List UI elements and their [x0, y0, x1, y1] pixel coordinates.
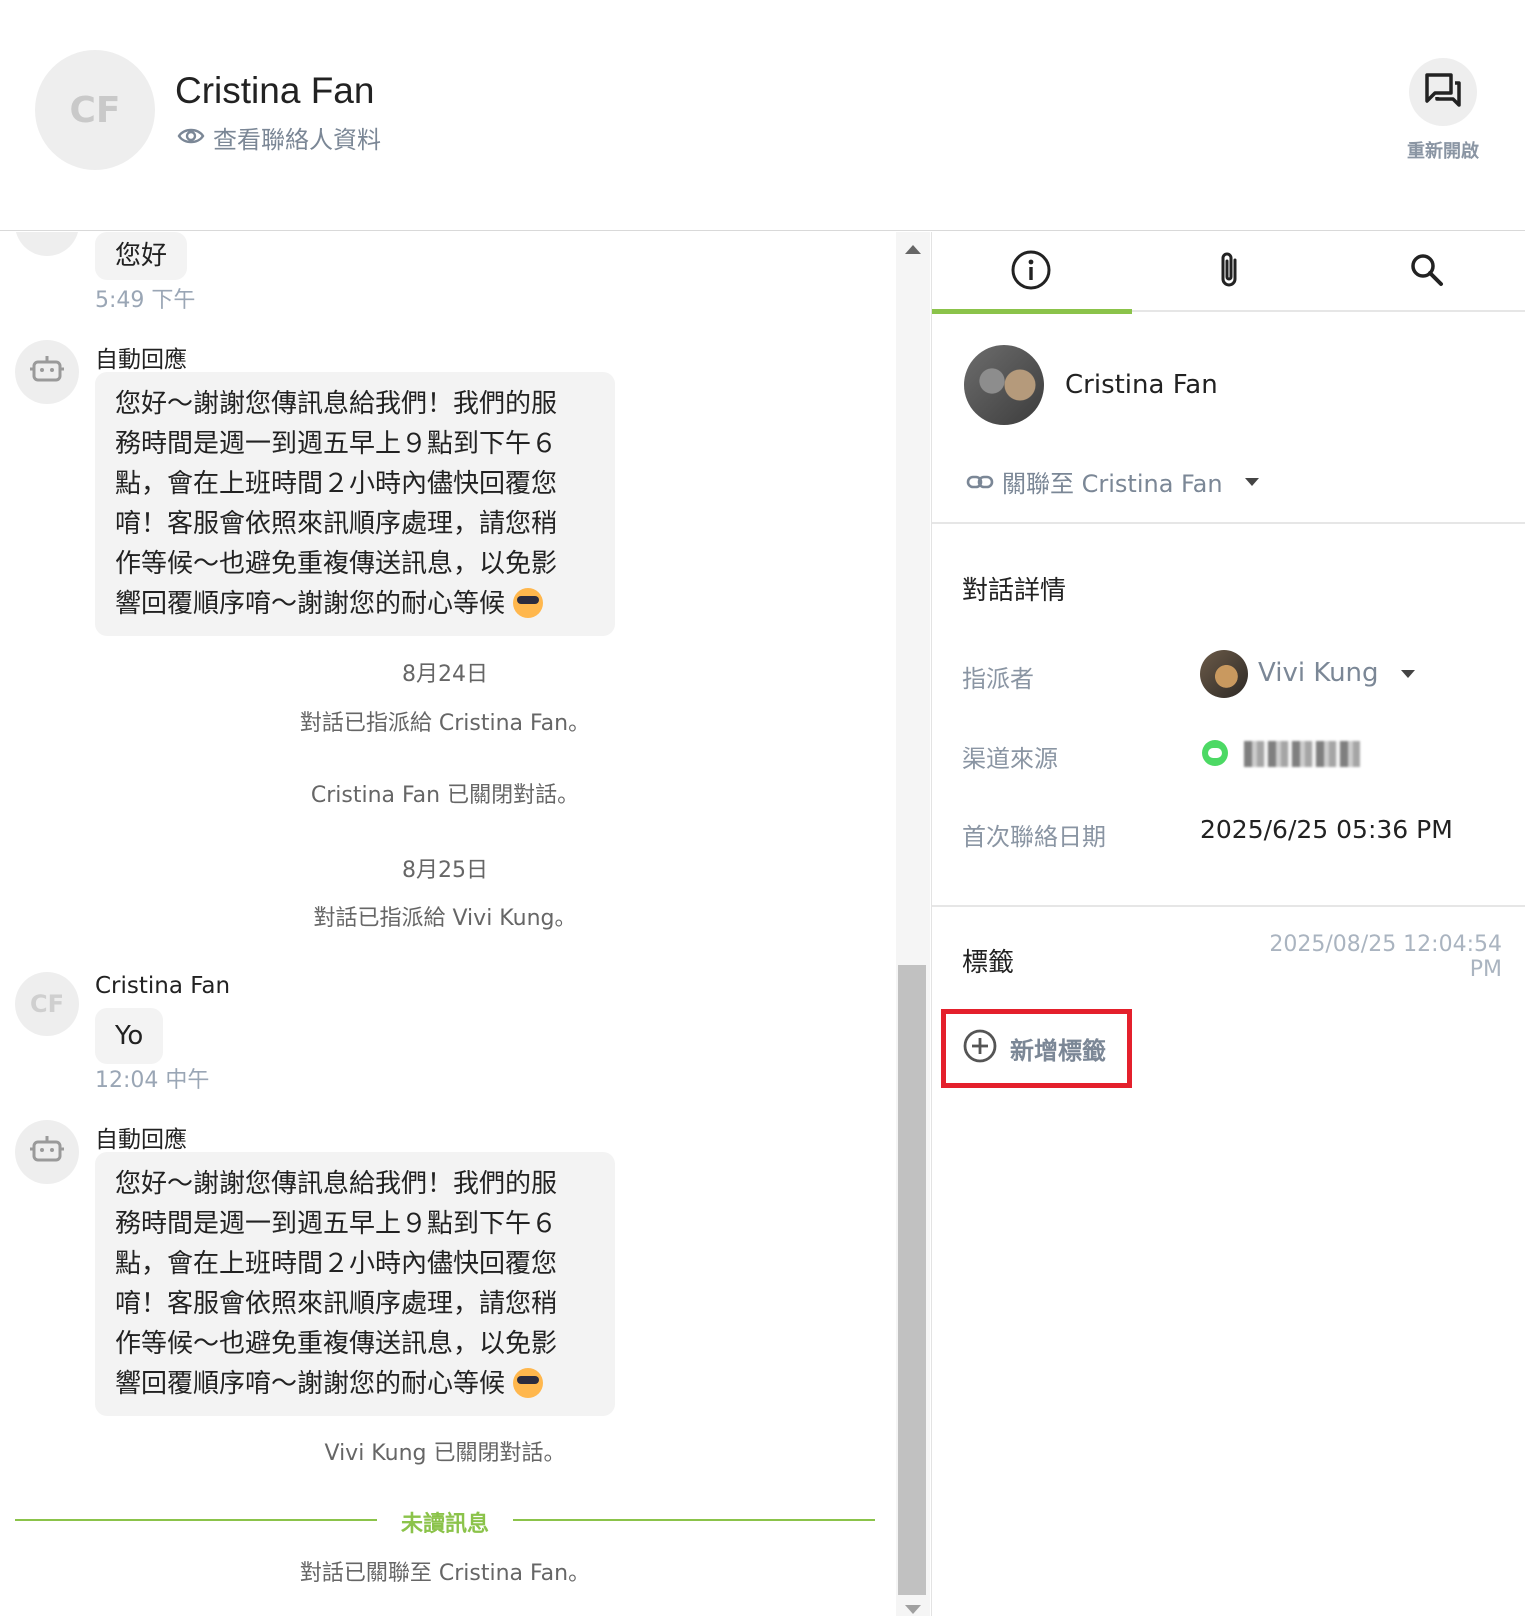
- chat-thread: 您好 5:49 下午 自動回應 您好～謝謝您傳訊息給我們！我們的服 務時間是週一…: [0, 232, 896, 1616]
- sunglasses-emoji-icon: [513, 588, 544, 618]
- search-icon: [1409, 252, 1445, 292]
- first-contact-label: 首次聯絡日期: [962, 823, 1106, 851]
- contact-avatar-partial: [15, 232, 79, 256]
- scroll-down-arrow-icon[interactable]: [905, 1605, 921, 1614]
- avatar-initials: CF: [29, 990, 64, 1018]
- panel-contact-name: Cristina Fan: [1065, 370, 1218, 400]
- relate-contact-dropdown[interactable]: 關聯至 Cristina Fan: [966, 464, 1259, 499]
- message-line: 唷！客服會依照來訊順序處理，請您稍: [115, 1289, 558, 1319]
- line-app-icon: [1202, 740, 1228, 766]
- assignee-label: 指派者: [962, 665, 1034, 693]
- robot-icon: [30, 1134, 64, 1170]
- message-line: 務時間是週一到週五早上９點到下午６: [115, 429, 558, 459]
- avatar-initials: CF: [69, 89, 121, 131]
- message-line: 您好～謝謝您傳訊息給我們！我們的服: [115, 1169, 558, 1199]
- assignee-dropdown[interactable]: Vivi Kung: [1258, 658, 1415, 688]
- tab-search[interactable]: [1328, 232, 1525, 312]
- redacted-channel-name: [1244, 741, 1360, 767]
- sender-name: Cristina Fan: [95, 973, 231, 999]
- date-separator: 8月25日: [402, 858, 488, 883]
- section-divider: [932, 905, 1525, 907]
- plus-circle-icon: [962, 1028, 998, 1070]
- contact-name-title: Cristina Fan: [175, 70, 375, 111]
- message-bubble: 您好: [95, 232, 188, 280]
- add-tag-button[interactable]: 新增標籤: [941, 1009, 1132, 1088]
- system-message: 對話已關聯至 Cristina Fan。: [299, 1561, 591, 1586]
- channel-label: 渠道來源: [962, 745, 1058, 773]
- info-icon: [1010, 249, 1052, 295]
- message-line: 務時間是週一到週五早上９點到下午６: [115, 1209, 558, 1239]
- view-contact-label: 查看聯絡人資料: [213, 126, 381, 154]
- unread-label: 未讀訊息: [400, 1512, 489, 1537]
- sunglasses-emoji-icon: [513, 1368, 544, 1398]
- system-message: 對話已指派給 Vivi Kung。: [313, 906, 577, 931]
- details-title: 對話詳情: [962, 576, 1067, 606]
- tab-attachments[interactable]: [1130, 232, 1328, 312]
- view-contact-link[interactable]: 查看聯絡人資料: [177, 120, 381, 155]
- message-line: 點，會在上班時間２小時內儘快回覆您: [115, 1249, 558, 1279]
- message-line-last: 響回覆順序唷～謝謝您的耐心等候: [115, 1364, 595, 1404]
- reopen-label: 重新開啟: [1407, 141, 1479, 162]
- message-line: 作等候～也避免重複傳送訊息，以免影: [115, 549, 558, 579]
- sender-name: 自動回應: [95, 347, 187, 373]
- details-panel: Cristina Fan 關聯至 Cristina Fan 對話詳情 指派者 V…: [931, 232, 1525, 1616]
- unread-divider-right: [513, 1519, 875, 1521]
- system-message: 對話已指派給 Cristina Fan。: [299, 711, 591, 736]
- auto-reply-bubble: 您好～謝謝您傳訊息給我們！我們的服 務時間是週一到週五早上９點到下午６ 點，會在…: [95, 372, 615, 636]
- message-time: 12:04 中午: [95, 1068, 210, 1093]
- message-line: 唷！客服會依照來訊順序處理，請您稍: [115, 509, 558, 539]
- eye-icon: [177, 124, 205, 152]
- message-line: 您好～謝謝您傳訊息給我們！我們的服: [115, 389, 558, 419]
- chevron-down-icon: [1400, 669, 1415, 678]
- bot-avatar: [15, 1120, 79, 1184]
- first-contact-value: 2025/6/25 05:36 PM: [1200, 815, 1453, 844]
- auto-reply-bubble: 您好～謝謝您傳訊息給我們！我們的服 務時間是週一到週五早上９點到下午６ 點，會在…: [95, 1152, 615, 1416]
- message-bubble: Yo: [95, 1008, 164, 1064]
- system-message: Vivi Kung 已關閉對話。: [324, 1441, 566, 1466]
- sender-name: 自動回應: [95, 1127, 187, 1153]
- attachment-icon: [1216, 250, 1242, 294]
- chevron-down-icon: [1244, 477, 1259, 486]
- contact-avatar: CF: [35, 50, 155, 170]
- link-icon: [966, 468, 994, 496]
- message-line: 作等候～也避免重複傳送訊息，以免影: [115, 1329, 558, 1359]
- section-divider: [932, 522, 1525, 524]
- contact-avatar-small: CF: [15, 972, 79, 1036]
- tags-title: 標籤: [962, 948, 1015, 978]
- reopen-button[interactable]: [1409, 58, 1477, 126]
- message-time: 5:49 下午: [95, 288, 196, 313]
- add-tag-label: 新增標籤: [1010, 1037, 1106, 1065]
- message-line: 點，會在上班時間２小時內儘快回覆您: [115, 469, 558, 499]
- system-message: Cristina Fan 已關閉對話。: [310, 783, 580, 808]
- scroll-up-arrow-icon[interactable]: [905, 245, 921, 254]
- message-line-last: 響回覆順序唷～謝謝您的耐心等候: [115, 584, 595, 624]
- tags-timestamp: 2025/08/25 12:04:54 PM: [1269, 932, 1502, 982]
- robot-icon: [30, 354, 64, 390]
- tab-info[interactable]: [932, 232, 1132, 314]
- date-separator: 8月24日: [402, 662, 488, 687]
- bot-avatar: [15, 340, 79, 404]
- assignee-name: Vivi Kung: [1258, 658, 1379, 688]
- relate-link-label: 關聯至 Cristina Fan: [1002, 470, 1223, 498]
- scrollbar-thumb[interactable]: [898, 965, 926, 1595]
- assignee-avatar: [1200, 650, 1248, 698]
- contact-photo: [964, 345, 1044, 425]
- panel-tabs: [932, 232, 1525, 314]
- conversation-header: CF Cristina Fan 查看聯絡人資料 重新開啟: [0, 0, 1525, 231]
- chat-bubbles-icon: [1423, 71, 1463, 113]
